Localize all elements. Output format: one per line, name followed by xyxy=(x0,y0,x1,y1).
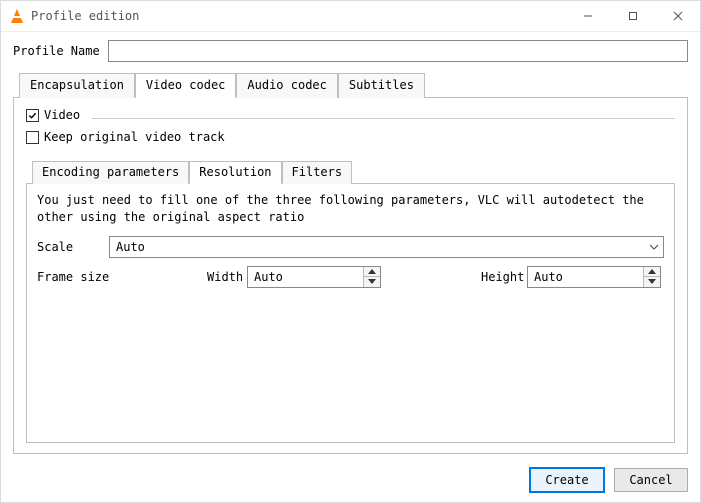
video-codec-panel: Video Keep original video track Encoding… xyxy=(13,97,688,454)
create-button[interactable]: Create xyxy=(530,468,604,492)
inner-tab-filters[interactable]: Filters xyxy=(282,161,353,184)
inner-tabs: Encoding parameters Resolution Filters xyxy=(26,160,675,183)
titlebar: Profile edition xyxy=(1,1,700,32)
main-tabs: Encapsulation Video codec Audio codec Su… xyxy=(13,72,688,97)
keep-original-checkbox[interactable]: Keep original video track xyxy=(26,130,669,144)
chevron-down-icon xyxy=(645,237,663,257)
groupbox-line xyxy=(92,118,675,119)
window-title: Profile edition xyxy=(31,9,565,23)
scale-value: Auto xyxy=(110,240,645,254)
tab-encapsulation[interactable]: Encapsulation xyxy=(19,73,135,98)
scale-row: Scale Auto xyxy=(37,236,664,258)
video-groupbox-header: Video xyxy=(26,108,675,126)
video-checkbox[interactable]: Video xyxy=(26,108,80,122)
content-area: Profile Name Encapsulation Video codec A… xyxy=(1,32,700,502)
width-input[interactable] xyxy=(248,267,363,287)
checkbox-box-icon xyxy=(26,109,39,122)
tab-subtitles[interactable]: Subtitles xyxy=(338,73,425,98)
inner-tab-encoding-parameters[interactable]: Encoding parameters xyxy=(32,161,189,184)
scale-combobox[interactable]: Auto xyxy=(109,236,664,258)
width-label: Width xyxy=(207,270,247,284)
profile-name-row: Profile Name xyxy=(13,40,688,62)
tab-audio-codec[interactable]: Audio codec xyxy=(236,73,337,98)
triangle-down-icon xyxy=(368,279,376,284)
cancel-button[interactable]: Cancel xyxy=(614,468,688,492)
checkbox-box-icon xyxy=(26,131,39,144)
close-button[interactable] xyxy=(655,1,700,31)
window-controls xyxy=(565,1,700,31)
height-spin-down[interactable] xyxy=(644,276,660,287)
triangle-up-icon xyxy=(648,269,656,274)
vlc-icon xyxy=(9,8,25,24)
dialog-footer: Create Cancel xyxy=(13,454,688,492)
width-spinbox[interactable] xyxy=(247,266,381,288)
minimize-button[interactable] xyxy=(565,1,610,31)
profile-name-label: Profile Name xyxy=(13,44,100,58)
tab-video-codec[interactable]: Video codec xyxy=(135,73,236,98)
height-spin-buttons xyxy=(643,267,660,287)
profile-edition-window: Profile edition Profile Name Encapsulati… xyxy=(0,0,701,503)
height-spin-up[interactable] xyxy=(644,267,660,277)
keep-original-label: Keep original video track xyxy=(44,130,225,144)
triangle-up-icon xyxy=(368,269,376,274)
height-spinbox[interactable] xyxy=(527,266,661,288)
width-spin-up[interactable] xyxy=(364,267,380,277)
checkmark-icon xyxy=(28,111,37,120)
width-spin-buttons xyxy=(363,267,380,287)
profile-name-input[interactable] xyxy=(108,40,688,62)
height-input[interactable] xyxy=(528,267,643,287)
scale-label: Scale xyxy=(37,240,109,254)
maximize-button[interactable] xyxy=(610,1,655,31)
frame-size-label: Frame size xyxy=(37,270,207,284)
video-checkbox-label: Video xyxy=(44,108,80,122)
resolution-help-text: You just need to fill one of the three f… xyxy=(37,192,664,226)
height-label: Height xyxy=(481,270,527,284)
frame-size-row: Frame size Width xyxy=(37,266,664,288)
inner-tab-resolution[interactable]: Resolution xyxy=(189,161,281,184)
triangle-down-icon xyxy=(648,279,656,284)
resolution-panel: You just need to fill one of the three f… xyxy=(26,183,675,443)
inner-tabs-wrap: Encoding parameters Resolution Filters Y… xyxy=(26,160,675,443)
width-spin-down[interactable] xyxy=(364,276,380,287)
